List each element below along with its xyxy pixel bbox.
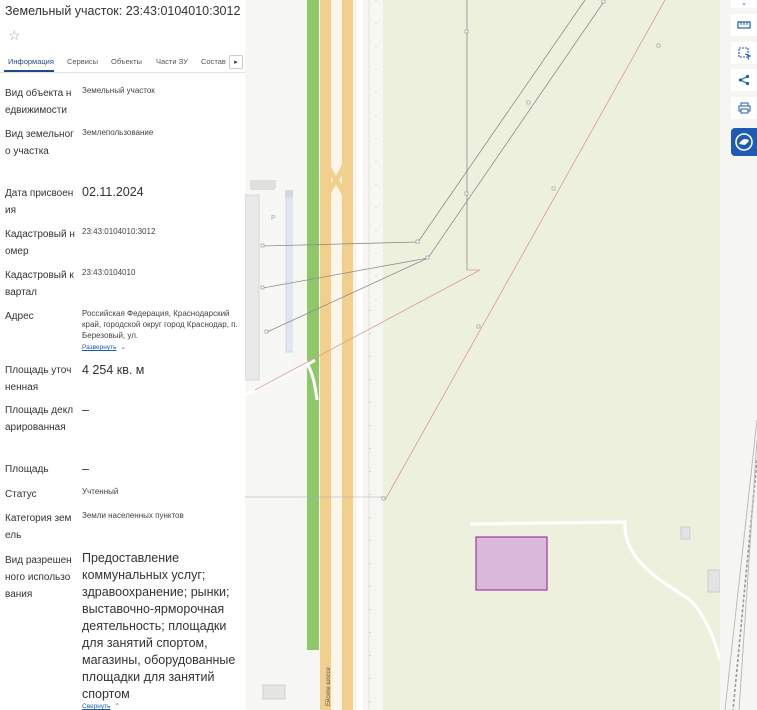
expand-label: Развернуть — [82, 344, 117, 351]
status-value: Учтенный — [82, 487, 119, 496]
status-label: Статус — [5, 489, 37, 500]
chevron-icon: ⌄ — [741, 0, 747, 7]
assigned-date-value: 02.11.2024 — [82, 185, 144, 199]
permitted-use-label: Вид разрешенного использования — [5, 555, 72, 600]
info-tabs: Информация Сервисы Объекты Части ЗУ Сост… — [0, 53, 245, 73]
land-type-value: Землепользование — [82, 128, 154, 137]
selected-parcel[interactable] — [475, 536, 548, 591]
chevron-down-icon: ⌄ — [120, 344, 126, 351]
service-road — [357, 0, 363, 710]
cadastral-number-value: 23:43:0104010:3012 — [82, 227, 156, 236]
map-view[interactable]: P Ейское шоссе — [245, 0, 757, 710]
object-type-label: Вид объекта недвижимости — [5, 88, 72, 116]
cadastral-quarter-value: 23:43:0104010 — [82, 268, 136, 277]
area-specified-label: Площадь уточненная — [5, 365, 72, 393]
share-button[interactable] — [731, 69, 757, 91]
area-label: Площадь — [5, 464, 49, 475]
building — [245, 194, 260, 381]
land-category-value: Земли населенных пунктов — [82, 511, 184, 520]
chevron-up-icon: ⌃ — [114, 703, 120, 710]
tabs-next-button[interactable]: ▸ — [229, 55, 243, 69]
highway-lane — [320, 0, 331, 710]
tab-info[interactable]: Информация — [8, 57, 54, 66]
collapse-label: Свернуть — [82, 703, 111, 710]
area-specified-value: 4 254 кв. м — [82, 363, 145, 377]
assistant-button[interactable] — [731, 128, 757, 156]
print-button[interactable] — [731, 97, 757, 119]
map-canvas[interactable]: P Ейское шоссе — [245, 0, 757, 710]
tabs-divider — [0, 72, 245, 73]
select-area-button[interactable] — [731, 42, 757, 64]
parking-label: P — [271, 215, 276, 222]
tab-services[interactable]: Сервисы — [67, 57, 98, 66]
grass-strip — [307, 0, 319, 650]
address-label: Адрес — [5, 311, 34, 322]
building — [250, 180, 275, 190]
cadastral-quarter-label: Кадастровый квартал — [5, 270, 74, 298]
select-area-icon — [738, 47, 751, 60]
tab-composition[interactable]: Состав — [201, 57, 226, 66]
chevron-right-icon: ▸ — [234, 59, 238, 66]
area-value: – — [82, 462, 89, 476]
tab-parts[interactable]: Части ЗУ — [156, 57, 188, 66]
panel-title: Земельный участок: 23:43:0104010:3012 — [5, 4, 241, 18]
land-category-label: Категория земель — [5, 513, 72, 541]
permitted-use-collapse-link[interactable]: Свернуть ⌃ — [82, 702, 120, 710]
object-info-panel: Земельный участок: 23:43:0104010:3012 ☆ … — [0, 0, 245, 710]
building — [707, 569, 721, 593]
map-tool-button[interactable]: ⌄ — [731, 0, 757, 8]
land-type-label: Вид земельного участка — [5, 129, 74, 157]
permitted-use-value: Предоставление коммунальных услуг; здрав… — [82, 551, 236, 701]
printer-icon — [738, 102, 750, 114]
building — [262, 684, 286, 700]
tab-objects[interactable]: Объекты — [111, 57, 142, 66]
share-icon — [738, 74, 750, 86]
highway-lane — [342, 0, 353, 710]
highway-median — [331, 0, 342, 710]
assistant-icon — [735, 133, 753, 151]
cadastral-number-label: Кадастровый номер — [5, 229, 75, 257]
land-zone — [375, 0, 720, 710]
ruler-icon — [737, 21, 751, 29]
address-value: Российская Федерация, Краснодарский край… — [82, 309, 238, 340]
area-declared-label: Площадь декларированная — [5, 405, 74, 433]
object-type-value: Земельный участок — [82, 86, 155, 95]
road-label: Ейское шоссе — [325, 666, 332, 706]
assigned-date-label: Дата присвоения — [5, 188, 74, 216]
address-expand-link[interactable]: Развернуть ⌄ — [82, 343, 126, 351]
measure-button[interactable] — [731, 14, 757, 36]
building — [680, 526, 691, 540]
star-icon[interactable]: ☆ — [8, 27, 21, 43]
area-declared-value: – — [82, 403, 89, 417]
